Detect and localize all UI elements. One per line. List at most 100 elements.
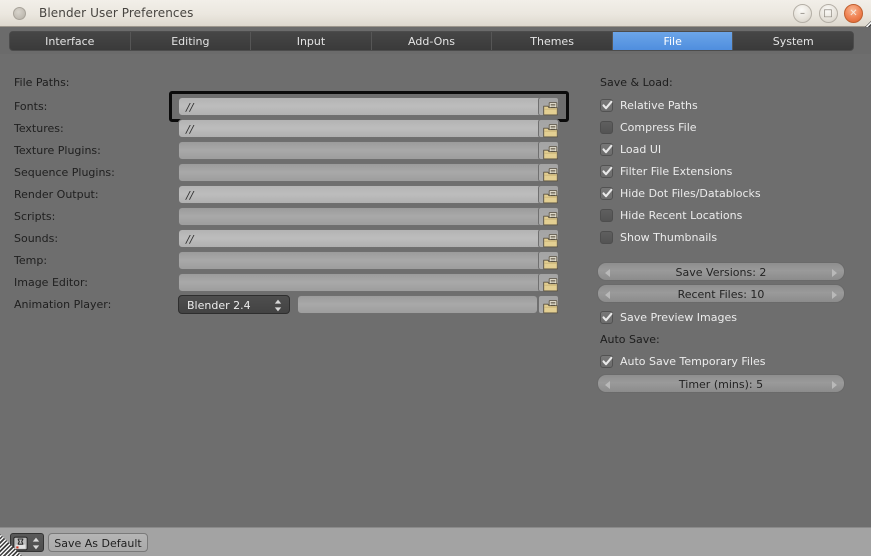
auto-save-temporary-files-checkbox[interactable] — [600, 355, 613, 368]
maximize-button[interactable]: □ — [818, 4, 838, 23]
file-path-value: // — [186, 233, 194, 246]
file-path-label-temp: Temp: — [14, 254, 48, 267]
slider-value-save-versions: Save Versions: 2 — [675, 266, 767, 279]
checkbox-label-load-ui: Load UI — [620, 143, 662, 156]
animation-player-dropdown[interactable]: Blender 2.4 — [178, 295, 290, 314]
checkbox-label-hide-dot-files-datablocks: Hide Dot Files/Datablocks — [620, 187, 761, 200]
timer-mins-value: Timer (mins): 5 — [678, 378, 764, 391]
file-paths-heading: File Paths: — [14, 76, 70, 89]
browse-folder-button-image-editor[interactable] — [538, 273, 559, 292]
file-path-input-sounds[interactable]: // — [178, 229, 560, 248]
checkbox-filter-file-extensions[interactable] — [600, 165, 613, 178]
tab-add-ons[interactable]: Add-Ons — [371, 32, 493, 50]
slider-save-versions[interactable]: Save Versions: 2 — [597, 262, 845, 281]
file-path-input-render-output[interactable]: // — [178, 185, 560, 204]
tab-editing[interactable]: Editing — [130, 32, 252, 50]
preferences-tabs: Interface Editing Input Add-Ons Themes File Sy… — [9, 31, 854, 51]
checkbox-label-compress-file: Compress File — [620, 121, 697, 134]
file-path-input-image-editor[interactable] — [178, 273, 560, 292]
file-path-value: // — [186, 123, 194, 136]
browse-folder-button-sequence-plugins[interactable] — [538, 163, 559, 182]
save-preview-images-label: Save Preview Images — [620, 311, 737, 324]
animation-player-value: Blender 2.4 — [187, 299, 251, 312]
chevron-right-icon[interactable] — [832, 381, 837, 389]
save-as-default-button[interactable]: Save As Default — [48, 533, 148, 552]
file-path-label-render-output: Render Output: — [14, 188, 99, 201]
file-path-input-scripts[interactable] — [178, 207, 560, 226]
file-path-row-sounds: // — [178, 229, 560, 248]
file-path-label-sequence-plugins: Sequence Plugins: — [14, 166, 115, 179]
browse-folder-button-temp[interactable] — [538, 251, 559, 270]
browse-folder-button-animation-player[interactable] — [538, 295, 559, 314]
close-icon: ✕ — [849, 7, 858, 19]
file-path-input-fonts[interactable]: // — [178, 97, 560, 116]
checkbox-relative-paths[interactable] — [600, 99, 613, 112]
checkbox-label-hide-recent-locations: Hide Recent Locations — [620, 209, 743, 222]
check-icon — [602, 356, 613, 370]
title-bar: Blender User Preferences – □ ✕ — [0, 0, 871, 27]
blender-user-preferences-window: Blender User Preferences – □ ✕ Interface… — [0, 0, 871, 556]
file-path-input-textures[interactable]: // — [178, 119, 560, 138]
checkbox-label-relative-paths: Relative Paths — [620, 99, 698, 112]
chevron-right-icon[interactable] — [832, 269, 837, 277]
file-path-input-sequence-plugins[interactable] — [178, 163, 560, 182]
check-icon — [602, 100, 613, 114]
browse-folder-button-textures[interactable] — [538, 119, 559, 138]
file-path-row-fonts: // — [178, 97, 560, 116]
file-path-label-textures: Textures: — [14, 122, 64, 135]
checkbox-hide-recent-locations[interactable] — [600, 209, 613, 222]
window-controls: – □ ✕ — [790, 4, 863, 23]
file-path-row-render-output: // — [178, 185, 560, 204]
tab-file[interactable]: File — [612, 32, 734, 50]
minimize-icon: – — [800, 7, 805, 19]
preferences-body: File Paths: Fonts: // Textures: // Texture P… — [0, 54, 871, 527]
file-path-row-image-editor — [178, 273, 560, 292]
file-path-input-temp[interactable] — [178, 251, 560, 270]
file-path-label-image-editor: Image Editor: — [14, 276, 89, 289]
tab-interface[interactable]: Interface — [10, 32, 131, 50]
checkbox-show-thumbnails[interactable] — [600, 231, 613, 244]
browse-folder-button-fonts[interactable] — [538, 97, 559, 116]
app-icon — [13, 7, 26, 20]
auto-save-temporary-files-label: Auto Save Temporary Files — [620, 355, 766, 368]
maximize-icon: □ — [823, 7, 833, 19]
animation-player-path-input[interactable] — [297, 295, 538, 314]
browse-folder-button-texture-plugins[interactable] — [538, 141, 559, 160]
checkbox-compress-file[interactable] — [600, 121, 613, 134]
check-icon — [602, 144, 613, 158]
chevron-right-icon[interactable] — [832, 291, 837, 299]
file-path-row-temp — [178, 251, 560, 270]
file-path-input-texture-plugins[interactable] — [178, 141, 560, 160]
file-path-row-texture-plugins — [178, 141, 560, 160]
checkbox-load-ui[interactable] — [600, 143, 613, 156]
checkbox-label-filter-file-extensions: Filter File Extensions — [620, 165, 733, 178]
tab-themes[interactable]: Themes — [492, 32, 613, 50]
close-button[interactable]: ✕ — [844, 4, 863, 23]
chevron-updown-icon[interactable] — [274, 299, 282, 312]
file-path-row-sequence-plugins — [178, 163, 560, 182]
slider-value-recent-files: Recent Files: 10 — [677, 288, 765, 301]
file-path-row-textures: // — [178, 119, 560, 138]
browse-folder-button-scripts[interactable] — [538, 207, 559, 226]
file-path-label-fonts: Fonts: — [14, 100, 48, 113]
tab-input[interactable]: Input — [251, 32, 372, 50]
auto-save-heading: Auto Save: — [600, 333, 660, 346]
tab-system[interactable]: System — [733, 32, 853, 50]
file-path-row-scripts — [178, 207, 560, 226]
browse-folder-button-render-output[interactable] — [538, 185, 559, 204]
timer-mins-slider[interactable]: Timer (mins): 5 — [597, 374, 845, 393]
slider-recent-files[interactable]: Recent Files: 10 — [597, 284, 845, 303]
browse-folder-button-sounds[interactable] — [538, 229, 559, 248]
minimize-button[interactable]: – — [793, 4, 812, 23]
file-path-value: // — [186, 101, 194, 114]
window-title: Blender User Preferences — [39, 6, 194, 20]
file-path-label-texture-plugins: Texture Plugins: — [14, 144, 101, 157]
save-as-default-label: Save As Default — [54, 537, 142, 550]
chevron-updown-icon[interactable] — [32, 537, 40, 550]
check-icon — [602, 312, 613, 326]
footer-bar: Save As Default — [0, 527, 871, 556]
save-preview-images-checkbox[interactable] — [600, 311, 613, 324]
file-path-label-sounds: Sounds: — [14, 232, 59, 245]
checkbox-hide-dot-files-datablocks[interactable] — [600, 187, 613, 200]
file-path-value: // — [186, 189, 194, 202]
